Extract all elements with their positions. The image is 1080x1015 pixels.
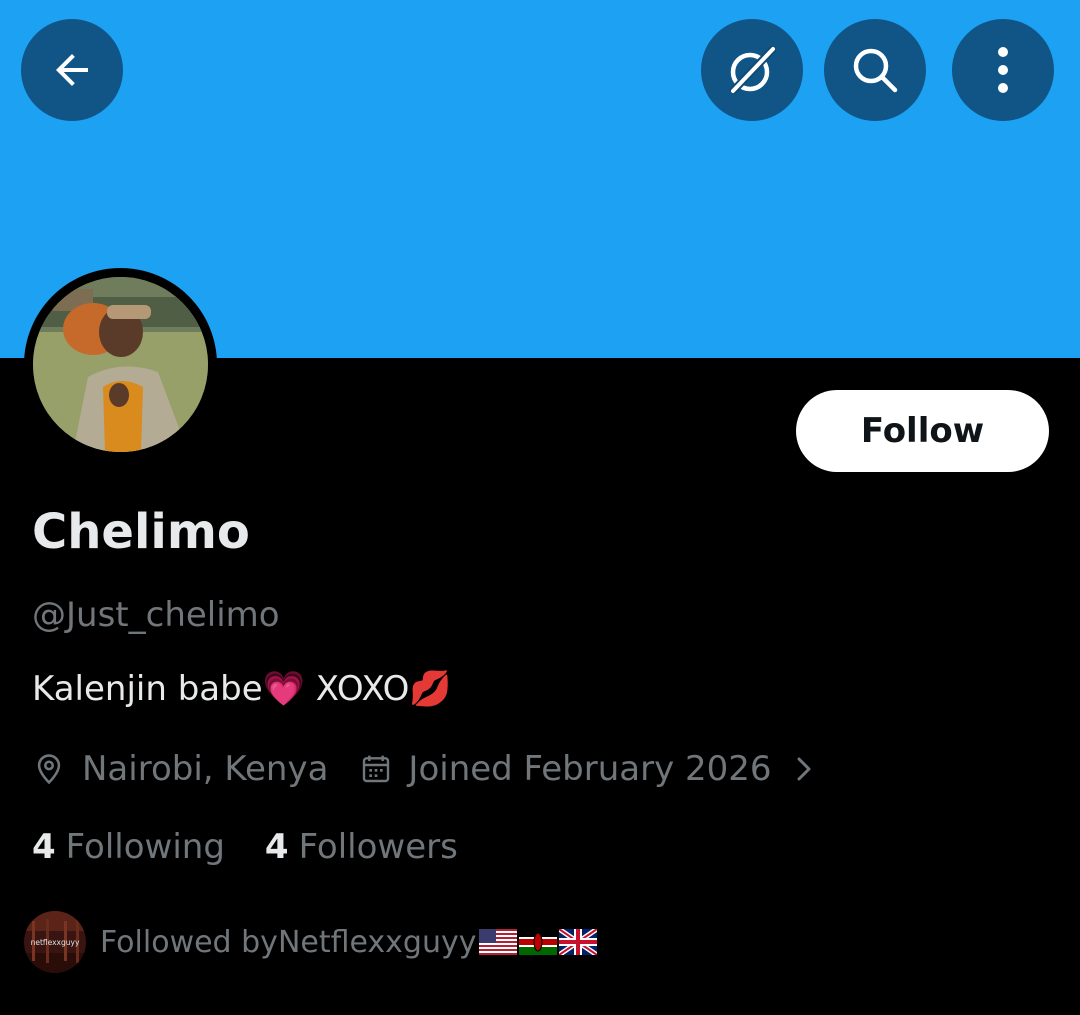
heart-emoji: 💗 bbox=[262, 669, 305, 709]
display-name: Chelimo bbox=[32, 504, 250, 560]
uk-flag-icon bbox=[558, 929, 597, 955]
bio-text: Kalenjin babe bbox=[32, 669, 263, 709]
following-label: Following bbox=[65, 827, 225, 867]
search-icon bbox=[853, 48, 898, 93]
join-date-text: Joined February 2026 bbox=[408, 749, 772, 789]
location: Nairobi, Kenya bbox=[32, 749, 328, 789]
followers-link[interactable]: 4 Followers bbox=[265, 827, 458, 867]
us-flag-icon bbox=[478, 929, 517, 955]
follower-avatar: netflexxguyy bbox=[24, 911, 86, 973]
bio-text-2: XOXO bbox=[304, 669, 410, 709]
arrow-left-icon bbox=[56, 54, 88, 86]
followers-label: Followers bbox=[298, 827, 458, 867]
followed-by-prefix: Followed by bbox=[100, 924, 278, 960]
follow-stats: 4 Following 4 Followers bbox=[32, 822, 458, 872]
join-date: Joined February 2026 bbox=[360, 749, 772, 789]
following-count: 4 bbox=[32, 827, 56, 867]
profile-page: Follow Chelimo @Just_chelimo Kalenjin ba… bbox=[0, 0, 1080, 1015]
followed-by-text: Followed by Netflexxguyy bbox=[100, 925, 597, 960]
about-chevron-button[interactable] bbox=[794, 753, 814, 785]
followed-by-row[interactable]: netflexxguyy Followed by Netflexxguyy bbox=[24, 910, 597, 974]
more-vertical-icon bbox=[998, 47, 1008, 93]
profile-meta: Nairobi, Kenya Joined February 2026 bbox=[32, 744, 814, 794]
location-text: Nairobi, Kenya bbox=[82, 749, 329, 789]
user-handle: @Just_chelimo bbox=[32, 595, 280, 635]
following-link[interactable]: 4 Following bbox=[32, 827, 225, 867]
chevron-right-icon bbox=[797, 757, 811, 781]
kiss-emoji: 💋 bbox=[409, 669, 452, 709]
location-pin-icon bbox=[37, 754, 61, 785]
followed-by-name: Netflexxguyy bbox=[277, 924, 477, 960]
grok-button[interactable] bbox=[701, 19, 803, 121]
more-options-button[interactable] bbox=[952, 19, 1054, 121]
calendar-icon bbox=[363, 755, 390, 783]
bio: Kalenjin babe💗 XOXO💋 bbox=[32, 666, 452, 712]
follower-avatar-text: netflexxguyy bbox=[31, 938, 80, 947]
grok-icon bbox=[730, 46, 776, 94]
avatar-photo bbox=[33, 277, 208, 452]
search-button[interactable] bbox=[824, 19, 926, 121]
profile-avatar[interactable] bbox=[24, 268, 217, 461]
followers-count: 4 bbox=[264, 827, 289, 867]
follow-button[interactable]: Follow bbox=[796, 390, 1049, 472]
kenya-flag-icon bbox=[518, 929, 557, 955]
back-button[interactable] bbox=[21, 19, 123, 121]
